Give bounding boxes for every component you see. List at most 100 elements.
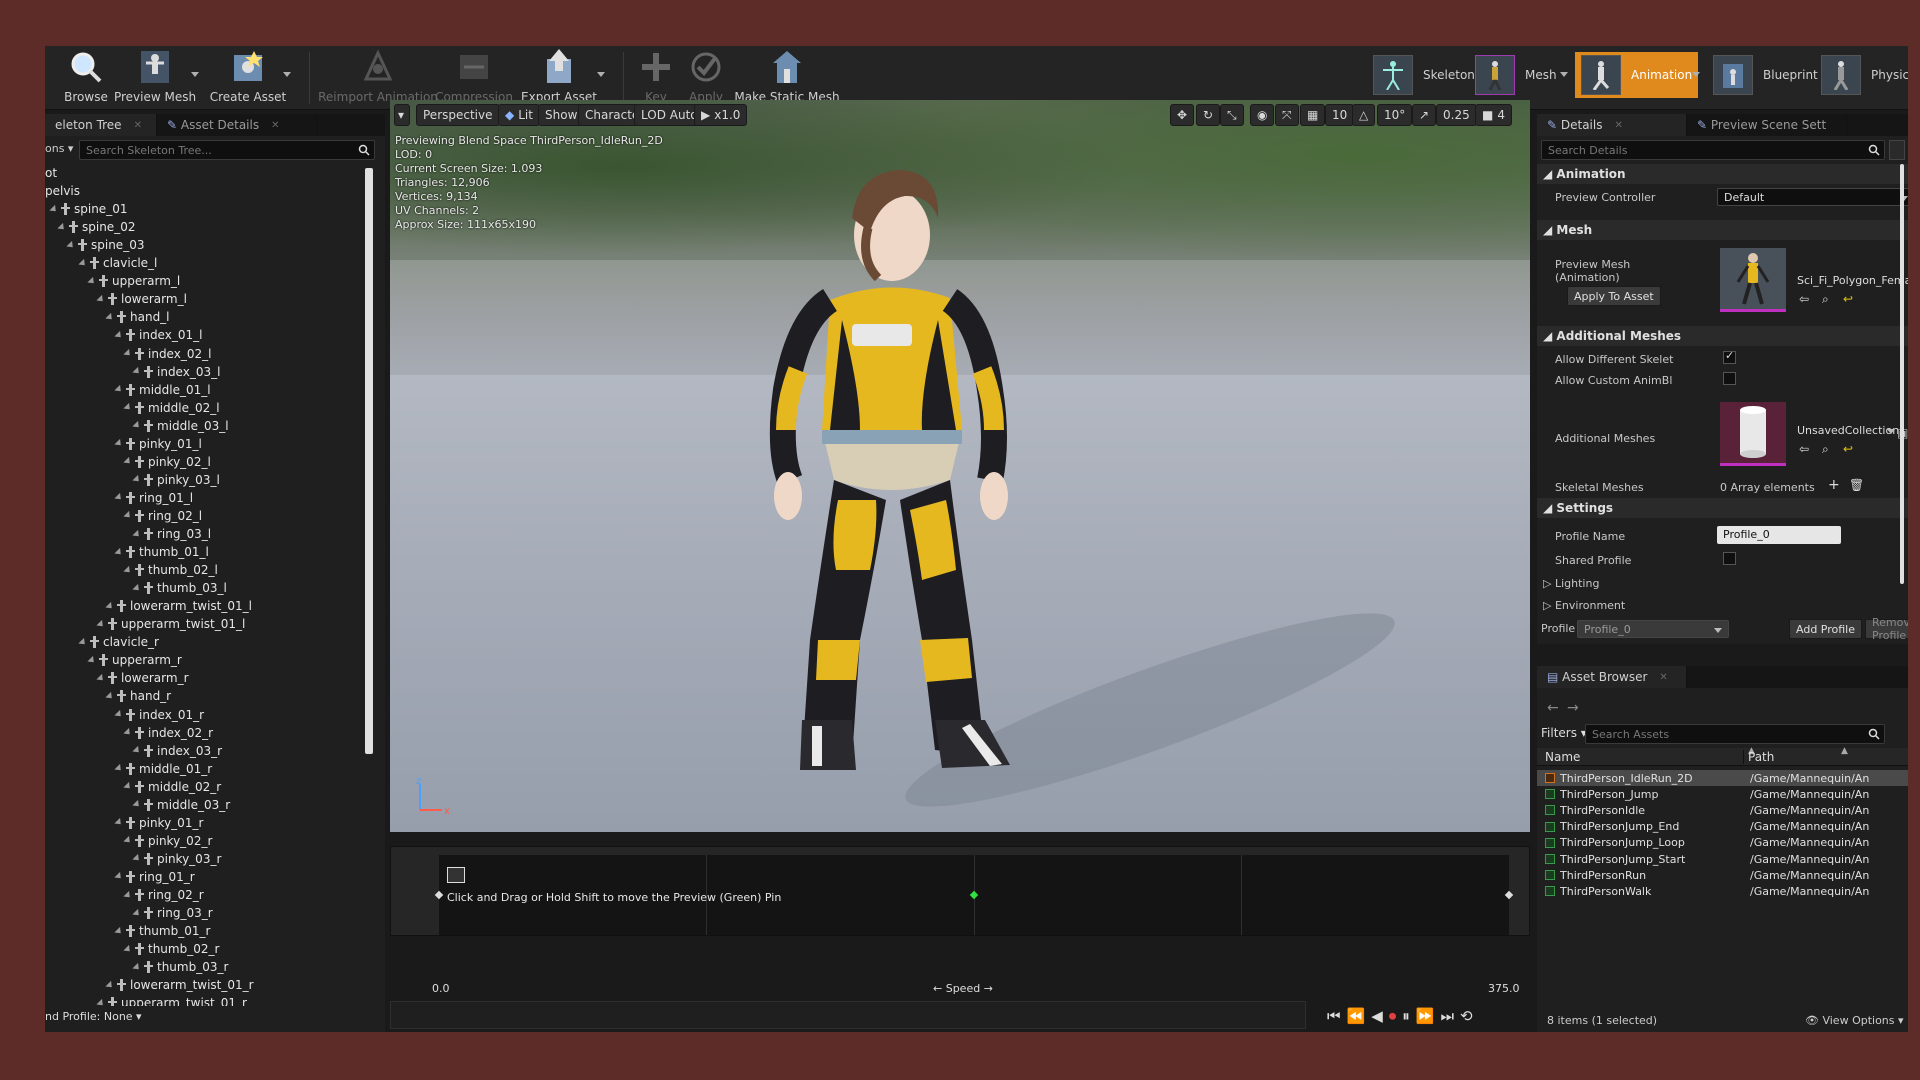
grid-snap-value[interactable]: 10 xyxy=(1325,104,1355,126)
grid-snap-icon[interactable]: ▦ xyxy=(1300,104,1326,126)
bone-item[interactable]: ot xyxy=(45,164,57,182)
bone-item[interactable]: clavicle_r xyxy=(78,633,159,651)
pause-icon[interactable]: ⏸ xyxy=(1402,1007,1416,1025)
preview-mesh-thumbnail[interactable] xyxy=(1720,248,1786,312)
scale-snap-value[interactable]: 0.25 xyxy=(1436,104,1477,126)
expand-arrow-icon[interactable] xyxy=(49,204,59,214)
add-profile-button[interactable]: Add Profile xyxy=(1789,619,1862,639)
close-icon[interactable]: ✕ xyxy=(1659,672,1667,683)
create-asset-button[interactable]: Create Asset xyxy=(205,46,291,110)
use-selected-arrow-icon[interactable]: ⇦ xyxy=(1799,442,1809,456)
export-asset-dropdown-icon[interactable] xyxy=(597,72,605,77)
expand-arrow-icon[interactable] xyxy=(123,457,133,467)
record-icon[interactable]: ⏺ xyxy=(1389,1007,1403,1025)
expand-arrow-icon[interactable] xyxy=(114,764,124,774)
use-selected-arrow-icon[interactable]: ⇦ xyxy=(1799,292,1809,306)
expand-arrow-icon[interactable] xyxy=(114,330,124,341)
step-forward-icon[interactable]: ⏩ xyxy=(1416,1007,1441,1025)
bone-item[interactable]: ring_02_l xyxy=(123,507,202,525)
world-local-icon[interactable]: ◉ xyxy=(1250,104,1275,126)
options-dropdown[interactable]: ons ▾ xyxy=(45,142,73,155)
bone-item[interactable]: index_01_r xyxy=(114,706,204,724)
expand-arrow-icon[interactable] xyxy=(105,980,115,990)
expand-arrow-icon[interactable] xyxy=(87,655,97,665)
expand-arrow-icon[interactable] xyxy=(132,962,142,972)
bone-item[interactable]: pinky_03_l xyxy=(132,471,220,489)
asset-row[interactable]: ThirdPersonJump_Start/Game/Mannequin/An xyxy=(1537,851,1908,867)
expand-arrow-icon[interactable] xyxy=(132,529,142,539)
collection-dropdown[interactable]: UnsavedCollection xyxy=(1791,422,1901,440)
lit-button[interactable]: ◆ Lit xyxy=(498,104,540,126)
section-mesh[interactable]: ◢ Mesh xyxy=(1537,220,1908,240)
bone-item[interactable]: thumb_02_r xyxy=(123,940,219,958)
bone-item[interactable]: thumb_02_l xyxy=(123,561,218,579)
bone-item[interactable]: ring_03_l xyxy=(132,525,211,543)
asset-row[interactable]: ThirdPersonIdle/Game/Mannequin/An xyxy=(1537,802,1908,818)
expand-arrow-icon[interactable] xyxy=(123,890,133,900)
expand-arrow-icon[interactable] xyxy=(78,258,88,268)
bone-item[interactable]: pinky_02_r xyxy=(123,832,212,850)
expand-arrow-icon[interactable] xyxy=(132,421,142,431)
tree-scrollbar[interactable] xyxy=(365,168,373,754)
bone-item[interactable]: lowerarm_r xyxy=(96,669,189,687)
column-path[interactable]: Path xyxy=(1743,750,1774,764)
asset-row[interactable]: ThirdPersonJump_End/Game/Mannequin/An xyxy=(1537,819,1908,835)
bone-item[interactable]: thumb_01_l xyxy=(114,543,209,561)
profile-name-input[interactable]: Profile_0 xyxy=(1717,526,1841,544)
rotation-snap-icon[interactable]: △ xyxy=(1352,104,1376,126)
expand-arrow-icon[interactable] xyxy=(96,998,106,1006)
bone-item[interactable]: upperarm_r xyxy=(87,651,182,669)
reset-icon[interactable]: ↩ xyxy=(1843,292,1853,306)
bone-item[interactable]: lowerarm_twist_01_l xyxy=(105,597,252,615)
add-element-icon[interactable]: + xyxy=(1828,477,1840,493)
environment-category[interactable]: ▷ Environment xyxy=(1543,599,1625,612)
delete-icon[interactable]: 🗑 xyxy=(1849,478,1864,492)
tab-asset-browser[interactable]: ▤ Asset Browser ✕ xyxy=(1537,666,1687,688)
bone-item[interactable]: hand_l xyxy=(105,308,170,326)
bone-item[interactable]: middle_02_l xyxy=(123,399,220,417)
bone-item[interactable]: clavicle_l xyxy=(78,254,157,272)
expand-arrow-icon[interactable] xyxy=(96,673,106,683)
sample-point[interactable] xyxy=(434,890,444,900)
tab-preview-scene-settings[interactable]: ✎ Preview Scene Sett xyxy=(1687,114,1847,136)
skip-end-icon[interactable]: ⏭ xyxy=(1440,1007,1460,1025)
bone-item[interactable]: hand_r xyxy=(105,687,171,705)
section-animation[interactable]: ◢ Animation xyxy=(1537,164,1908,184)
expand-arrow-icon[interactable] xyxy=(96,294,106,304)
bone-item[interactable]: thumb_01_r xyxy=(114,922,210,940)
bone-item[interactable]: middle_03_l xyxy=(132,417,229,435)
mode-skeleton[interactable]: Skeleton xyxy=(1367,52,1481,98)
preview-mesh-dropdown[interactable]: Sci_Fi_Polygon_Female xyxy=(1791,272,1908,290)
mesh-dropdown-icon[interactable] xyxy=(1560,72,1568,77)
expand-arrow-icon[interactable] xyxy=(96,619,106,629)
translate-tool-icon[interactable]: ✥ xyxy=(1170,104,1195,126)
expand-arrow-icon[interactable] xyxy=(114,872,124,882)
close-icon[interactable]: ✕ xyxy=(134,120,142,131)
expand-arrow-icon[interactable] xyxy=(123,727,133,738)
allow-custom-animbp-checkbox[interactable] xyxy=(1723,372,1736,385)
blendspace-grid[interactable]: Click and Drag or Hold Shift to move the… xyxy=(434,855,1514,935)
mode-blueprint[interactable]: Blueprint xyxy=(1707,52,1824,98)
expand-arrow-icon[interactable] xyxy=(132,854,142,864)
browse-asset-icon[interactable]: ⌕ xyxy=(1822,292,1829,307)
expand-arrow-icon[interactable] xyxy=(123,511,133,521)
allow-different-skeleton-checkbox[interactable]: ✓ xyxy=(1723,349,1736,364)
column-name[interactable]: Name xyxy=(1545,750,1580,764)
bone-item[interactable]: pelvis xyxy=(45,182,80,200)
expand-arrow-icon[interactable] xyxy=(123,348,133,359)
expand-arrow-icon[interactable] xyxy=(57,222,67,232)
bone-item[interactable]: lowerarm_l xyxy=(96,290,187,308)
asset-row[interactable]: ThirdPersonJump_Loop/Game/Mannequin/An xyxy=(1537,835,1908,851)
browse-button[interactable]: Browse xyxy=(55,46,117,110)
expand-arrow-icon[interactable] xyxy=(123,565,133,575)
expand-arrow-icon[interactable] xyxy=(132,583,142,593)
preview-pin[interactable] xyxy=(969,890,979,900)
expand-arrow-icon[interactable] xyxy=(66,240,76,250)
back-arrow-icon[interactable]: ← xyxy=(1547,700,1559,716)
bone-item[interactable]: spine_01 xyxy=(49,200,127,218)
browse-asset-icon[interactable]: ⌕ xyxy=(1822,442,1829,457)
bone-item[interactable]: middle_03_r xyxy=(132,796,230,814)
skip-start-icon[interactable]: ⏮ xyxy=(1327,1007,1347,1025)
camera-speed-button[interactable]: ■ 4 xyxy=(1475,104,1512,126)
bone-item[interactable]: index_02_r xyxy=(123,724,213,742)
